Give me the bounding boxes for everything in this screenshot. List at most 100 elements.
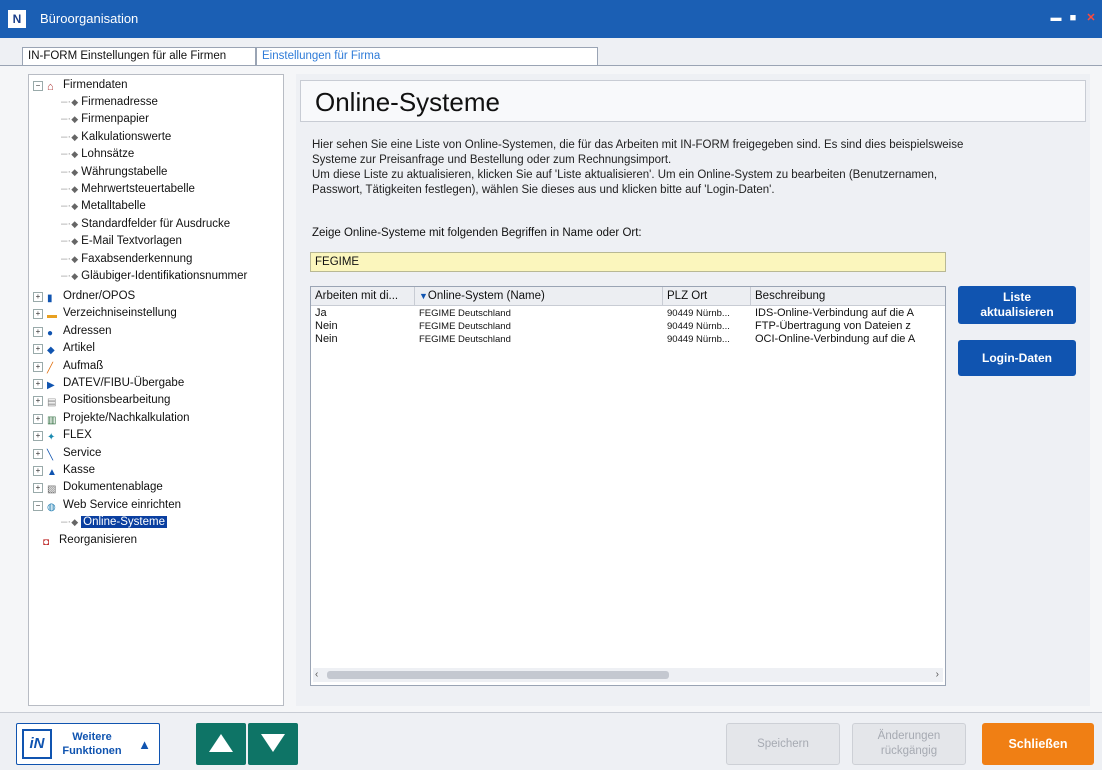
expand-icon[interactable]: + xyxy=(33,309,43,320)
tree-item[interactable]: + ▶ DATEV/FIBU-Übergabe xyxy=(33,375,184,392)
bullet-icon: ◆ xyxy=(71,517,79,528)
table-cell: 90449 Nürnb... xyxy=(667,308,730,319)
expand-icon[interactable]: + xyxy=(33,344,43,355)
maximize-icon[interactable]: ■ xyxy=(1066,11,1080,25)
table-row[interactable]: Nein FEGIME Deutschland 90449 Nürnb... OCI-… xyxy=(311,333,945,346)
expand-icon[interactable]: + xyxy=(33,379,43,389)
tree-item-firmendaten-child[interactable]: –·◆ Faxabsenderkennung xyxy=(61,251,192,268)
collapse-icon[interactable]: − xyxy=(33,500,43,511)
bullet-icon: ◆ xyxy=(71,184,79,194)
expand-icon[interactable]: + xyxy=(33,483,43,494)
scrollbar-thumb[interactable] xyxy=(327,671,669,679)
contacts-icon: ● xyxy=(47,327,54,339)
tab-divider xyxy=(0,65,1102,66)
column-header[interactable]: PLZ Ort xyxy=(663,287,751,305)
play-icon: ▶ xyxy=(47,380,55,391)
tree-item-firmendaten-child[interactable]: –·◆ Kalkulationswerte xyxy=(61,129,171,146)
expand-icon[interactable]: + xyxy=(33,361,43,372)
inform-logo-icon: N xyxy=(8,10,26,28)
expand-icon[interactable]: + xyxy=(33,431,43,442)
save-button[interactable]: Speichern xyxy=(726,723,840,765)
archive-icon: ▧ xyxy=(47,484,57,496)
close-icon[interactable]: ✕ xyxy=(1084,11,1098,25)
expand-icon[interactable]: + xyxy=(33,292,43,302)
settings-tree: − ⌂ Firmendaten –·◆ Firmenadresse –·◆ Firmen… xyxy=(28,74,284,706)
scroll-right-icon[interactable]: › xyxy=(936,668,939,682)
bullet-icon: ◆ xyxy=(71,218,79,229)
column-header[interactable]: Beschreibung xyxy=(751,287,945,305)
tree-item[interactable]: + ▧ Dokumentenablage xyxy=(33,479,163,496)
tree-item[interactable]: + ▮ Ordner/OPOS xyxy=(33,288,135,305)
tree-item[interactable]: − ◍ Web Service einrichten xyxy=(33,497,181,514)
page-title: Online-Systeme xyxy=(315,87,500,117)
tree-item[interactable]: + ◆ Artikel xyxy=(33,340,95,357)
tree-item-firmendaten-child[interactable]: –·◆ Firmenpapier xyxy=(61,111,149,128)
tree-item-firmendaten[interactable]: − ⌂ Firmendaten xyxy=(33,77,128,94)
bullet-icon: ◆ xyxy=(71,236,79,247)
reorganize-icon: ◘ xyxy=(43,536,50,548)
undo-changes-button[interactable]: Änderungen rückgängig xyxy=(852,723,966,765)
register-icon: ▲ xyxy=(47,467,57,478)
tree-item-firmendaten-child[interactable]: –·◆ E-Mail Textvorlagen xyxy=(61,233,182,250)
close-button[interactable]: Schließen xyxy=(982,723,1094,765)
bullet-icon: ◆ xyxy=(71,149,79,160)
collapse-icon[interactable]: − xyxy=(33,81,43,91)
column-header[interactable]: Arbeiten mit di... xyxy=(311,287,415,305)
tree-item-reorganisieren[interactable]: ◘ Reorganisieren xyxy=(43,532,137,549)
tree-item[interactable]: + ▬ Verzeichniseinstellung xyxy=(33,305,177,322)
triangle-up-icon: ▲ xyxy=(138,737,151,752)
article-icon: ◆ xyxy=(47,345,55,357)
tree-item-firmendaten-child[interactable]: –·◆ Lohnsätze xyxy=(61,146,134,163)
login-data-button[interactable]: Login-Daten xyxy=(958,340,1076,376)
table-row[interactable]: Nein FEGIME Deutschland 90449 Nürnb... FTP-… xyxy=(311,320,945,333)
table-cell: FEGIME Deutschland xyxy=(419,321,511,332)
bullet-icon: ◆ xyxy=(71,131,79,142)
more-functions-button[interactable]: iN Weitere Funktionen ▲ xyxy=(16,723,160,765)
table-row[interactable]: Ja FEGIME Deutschland 90449 Nürnb... IDS-On… xyxy=(311,307,945,320)
minimize-icon[interactable]: ▬ xyxy=(1049,11,1063,25)
tab-company-settings[interactable]: Einstellungen für Firma xyxy=(256,47,598,65)
page-header: Online-Systeme xyxy=(300,80,1086,122)
column-header[interactable]: ▼Online-System (Name) xyxy=(415,287,663,305)
tab-bar: IN-FORM Einstellungen für alle Firmen Ei… xyxy=(0,38,1102,66)
pencil-icon: ╱ xyxy=(47,362,54,374)
tree-item[interactable]: + ▲ Kasse xyxy=(33,462,95,479)
tab-global-settings[interactable]: IN-FORM Einstellungen für alle Firmen xyxy=(22,47,256,65)
table-cell: 90449 Nürnb... xyxy=(667,321,730,332)
expand-icon[interactable]: + xyxy=(33,466,43,476)
table-cell: IDS-Online-Verbindung auf die A xyxy=(755,307,914,319)
tree-item-firmendaten-child[interactable]: –·◆ Gläubiger-Identifikationsnummer xyxy=(61,268,247,285)
table-cell: FEGIME Deutschland xyxy=(419,308,511,319)
previous-button[interactable] xyxy=(196,723,246,765)
tree-item-firmendaten-child[interactable]: –·◆ Firmenadresse xyxy=(61,94,158,111)
expand-icon[interactable]: + xyxy=(33,396,43,407)
tree-item[interactable]: + ▥ Projekte/Nachkalkulation xyxy=(33,410,190,427)
refresh-list-button[interactable]: Liste aktualisieren xyxy=(958,286,1076,324)
tree-item-firmendaten-child[interactable]: –·◆ Metalltabelle xyxy=(61,198,146,215)
tree-item-firmendaten-child[interactable]: –·◆ Mehrwertsteuertabelle xyxy=(61,181,195,198)
filter-input[interactable]: FEGIME xyxy=(310,252,946,272)
tree-item[interactable]: + ● Adressen xyxy=(33,323,112,340)
bullet-icon: ◆ xyxy=(71,271,79,281)
expand-icon[interactable]: + xyxy=(33,413,43,424)
next-button[interactable] xyxy=(248,723,298,765)
scroll-left-icon[interactable]: ‹ xyxy=(315,668,318,682)
wrench-icon: ╲ xyxy=(47,449,54,461)
expand-icon[interactable]: + xyxy=(33,448,43,459)
table-cell: 90449 Nürnb... xyxy=(667,334,730,345)
footer-bar: iN Weitere Funktionen ▲ Speichern Änderu… xyxy=(0,712,1102,770)
horizontal-scrollbar[interactable]: ‹ › xyxy=(313,668,943,682)
filter-label: Zeige Online-Systeme mit folgenden Begri… xyxy=(312,227,642,239)
tree-item-firmendaten-child[interactable]: –·◆ Standardfelder für Ausdrucke xyxy=(61,216,230,233)
tree-item[interactable]: + ╱ Aufmaß xyxy=(33,358,103,375)
tree-item[interactable]: + ✦ FLEX xyxy=(33,427,92,444)
tree-item-firmendaten-child[interactable]: –·◆ Währungstabelle xyxy=(61,164,167,181)
bullet-icon: ◆ xyxy=(71,201,79,212)
bullet-icon: ◆ xyxy=(71,253,79,264)
expand-icon[interactable]: + xyxy=(33,326,43,337)
tree-item[interactable]: + ╲ Service xyxy=(33,445,101,462)
globe-icon: ◍ xyxy=(47,501,56,513)
bullet-icon: ◆ xyxy=(71,166,79,177)
tree-item[interactable]: + ▤ Positionsbearbeitung xyxy=(33,392,170,409)
tree-item-online-systeme[interactable]: –·◆ Online-Systeme xyxy=(61,514,167,531)
